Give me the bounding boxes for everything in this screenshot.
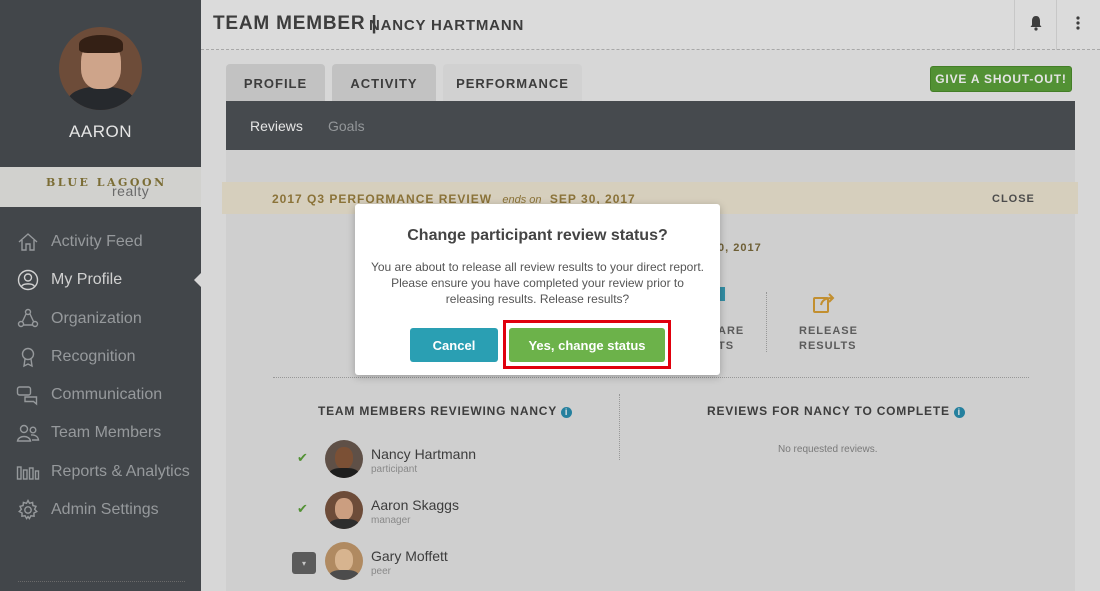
confirm-change-status-button[interactable]: Yes, change status [509,328,665,362]
cancel-button[interactable]: Cancel [410,328,498,362]
dialog-message: You are about to release all review resu… [370,260,705,306]
change-status-dialog: Change participant review status? You ar… [355,204,720,375]
dialog-title: Change participant review status? [407,227,668,244]
